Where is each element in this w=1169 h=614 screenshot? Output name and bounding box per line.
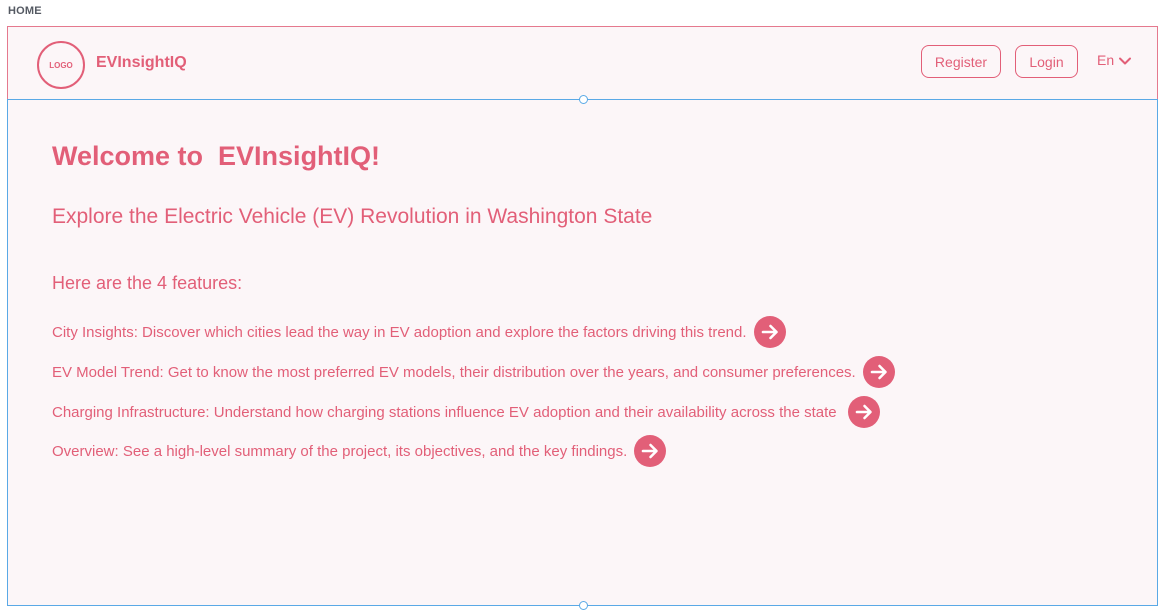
page-subtitle: Explore the Electric Vehicle (EV) Revolu… (52, 205, 653, 228)
feature-text: City Insights: Discover which cities lea… (52, 323, 747, 341)
resize-handle-bottom[interactable] (579, 601, 588, 610)
logo[interactable]: LOGO (37, 41, 85, 89)
feature-text: Overview: See a high-level summary of th… (52, 442, 628, 460)
feature-text: EV Model Trend: Get to know the most pre… (52, 363, 856, 381)
feature-overview: Overview: See a high-level summary of th… (52, 435, 667, 467)
app-frame: LOGO EVInsightIQ Register Login En Welco… (7, 26, 1158, 610)
arrow-right-circle-icon[interactable] (753, 316, 786, 348)
chevron-down-icon (1119, 52, 1132, 68)
brand-name[interactable]: EVInsightIQ (96, 54, 187, 72)
feature-city-insights: City Insights: Discover which cities lea… (52, 316, 786, 348)
resize-handle-top[interactable] (579, 95, 588, 104)
feature-charging-infrastructure: Charging Infrastructure: Understand how … (52, 396, 880, 428)
language-label: En (1097, 52, 1115, 68)
feature-ev-model-trend: EV Model Trend: Get to know the most pre… (52, 356, 895, 388)
arrow-right-circle-icon[interactable] (847, 396, 880, 428)
arrow-right-circle-icon[interactable] (862, 356, 895, 388)
page-label: HOME (8, 5, 42, 17)
register-button[interactable]: Register (921, 45, 1001, 78)
feature-text: Charging Infrastructure: Understand how … (52, 403, 841, 421)
login-button[interactable]: Login (1015, 45, 1078, 78)
features-heading: Here are the 4 features: (52, 273, 243, 293)
main-content: Welcome to EVInsightIQ! Explore the Elec… (7, 95, 1158, 610)
arrow-right-circle-icon[interactable] (634, 435, 667, 467)
language-selector[interactable]: En (1097, 52, 1132, 68)
page-title: Welcome to EVInsightIQ! (52, 141, 381, 171)
top-header: LOGO EVInsightIQ Register Login En (7, 26, 1158, 100)
